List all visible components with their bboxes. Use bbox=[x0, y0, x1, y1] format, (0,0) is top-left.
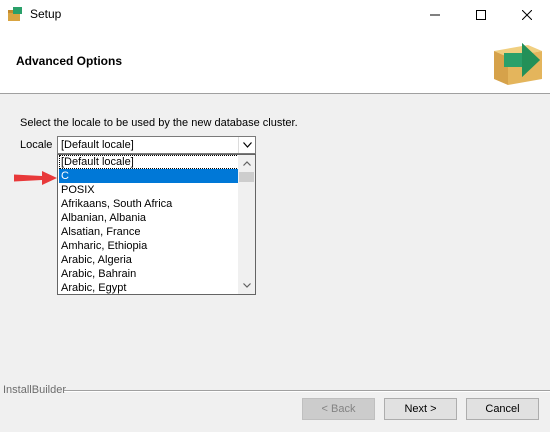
list-item[interactable]: [Default locale] bbox=[59, 155, 239, 169]
title-bar: Setup bbox=[0, 0, 550, 29]
list-item[interactable]: Albanian, Albania bbox=[59, 211, 239, 225]
app-icon bbox=[8, 7, 22, 21]
scroll-up-button[interactable] bbox=[238, 155, 255, 172]
description-text: Select the locale to be used by the new … bbox=[20, 117, 298, 129]
cancel-button[interactable]: Cancel bbox=[466, 398, 539, 420]
list-item[interactable]: Afrikaans, South Africa bbox=[59, 197, 239, 211]
list-item[interactable]: Alsatian, France bbox=[59, 225, 239, 239]
list-item[interactable]: Arabic, Algeria bbox=[59, 253, 239, 267]
close-icon bbox=[522, 9, 532, 20]
chevron-up-icon bbox=[242, 161, 251, 166]
minimize-icon bbox=[430, 14, 440, 15]
maximize-button[interactable] bbox=[458, 0, 504, 29]
locale-select[interactable]: [Default locale] bbox=[57, 136, 256, 154]
scroll-thumb[interactable] bbox=[239, 172, 254, 182]
minimize-button[interactable] bbox=[412, 0, 458, 29]
page-header: Advanced Options bbox=[0, 29, 550, 94]
chevron-down-icon bbox=[242, 142, 252, 148]
dropdown-toggle[interactable] bbox=[238, 137, 255, 153]
list-item[interactable]: Arabic, Bahrain bbox=[59, 267, 239, 281]
footer-divider-highlight bbox=[64, 391, 550, 392]
list-item[interactable]: Amharic, Ethiopia bbox=[59, 239, 239, 253]
list-item[interactable]: POSIX bbox=[59, 183, 239, 197]
annotation-arrow-icon bbox=[14, 171, 57, 185]
maximize-icon bbox=[476, 9, 486, 20]
list-item[interactable]: Arabic, Egypt bbox=[59, 281, 239, 295]
installbuilder-box-arrow-icon bbox=[494, 43, 542, 85]
back-button[interactable]: < Back bbox=[302, 398, 375, 420]
installbuilder-brand: InstallBuilder bbox=[3, 384, 66, 396]
next-button[interactable]: Next > bbox=[384, 398, 457, 420]
window-title: Setup bbox=[30, 7, 62, 21]
locale-dropdown-list[interactable]: [Default locale] C POSIX Afrikaans, Sout… bbox=[57, 154, 256, 295]
locale-label: Locale bbox=[20, 139, 53, 151]
page-title: Advanced Options bbox=[16, 54, 123, 68]
chevron-down-icon bbox=[242, 283, 251, 288]
dropdown-scrollbar[interactable] bbox=[238, 155, 255, 294]
scroll-down-button[interactable] bbox=[238, 277, 255, 294]
locale-select-value: [Default locale] bbox=[61, 139, 134, 151]
list-item-selected[interactable]: C bbox=[59, 169, 239, 183]
close-button[interactable] bbox=[504, 0, 550, 29]
